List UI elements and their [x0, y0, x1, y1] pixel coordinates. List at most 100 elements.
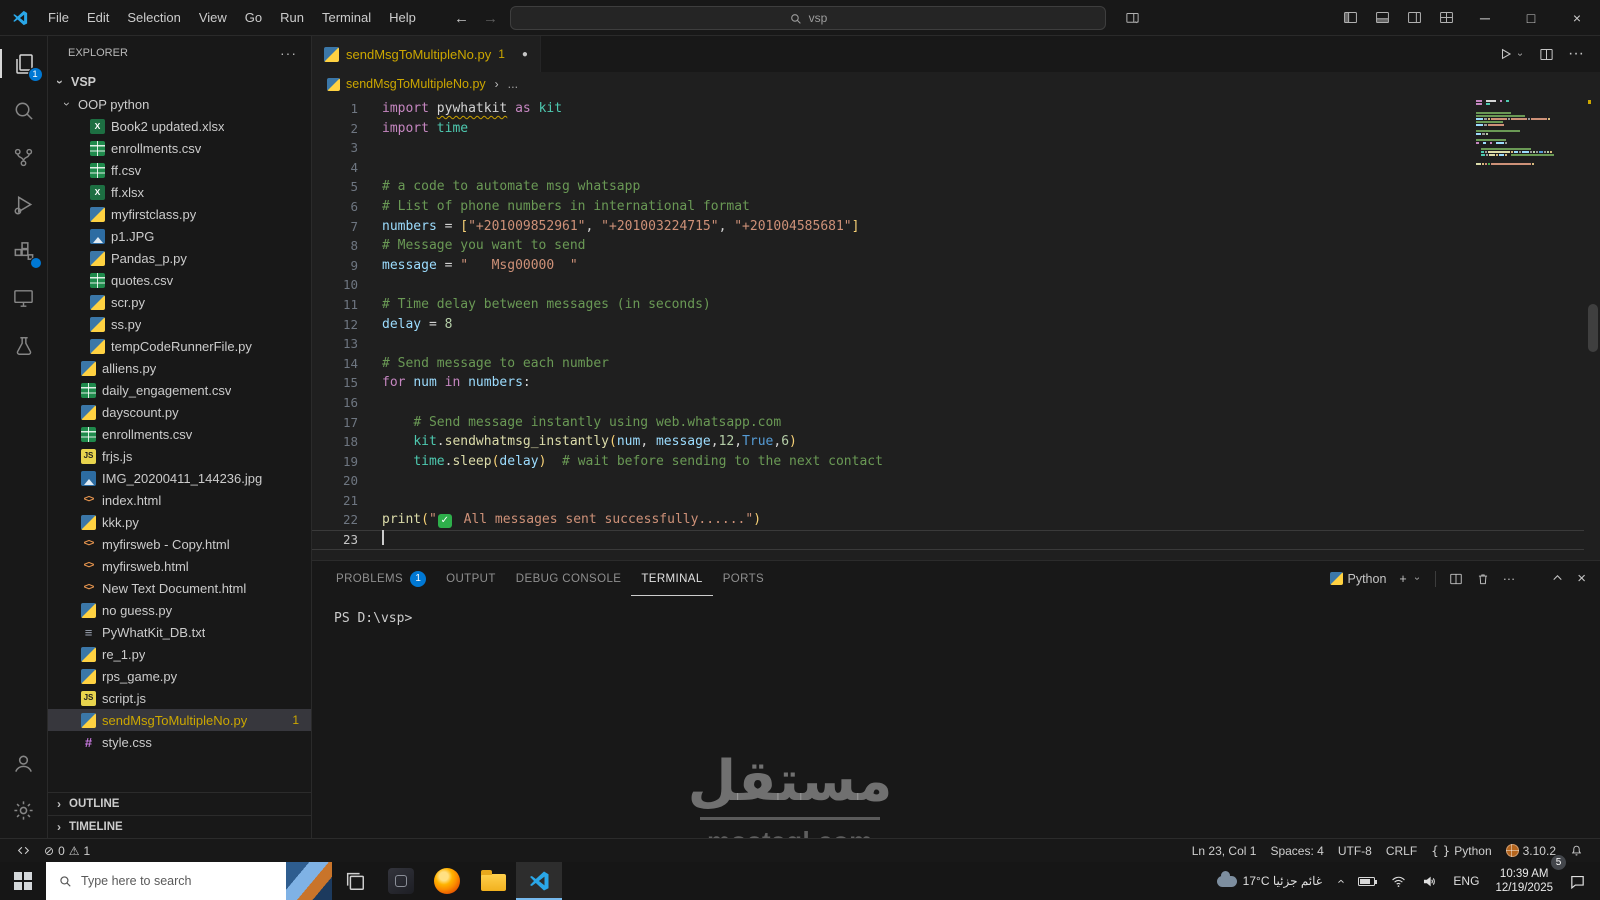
- input-language[interactable]: ENG: [1445, 862, 1487, 900]
- code-line-19[interactable]: 19 time.sleep(delay) # wait before sendi…: [312, 452, 1584, 472]
- code-line-17[interactable]: 17 # Send message instantly using web.wh…: [312, 413, 1584, 433]
- code-text[interactable]: [358, 471, 382, 491]
- code-line-7[interactable]: 7 numbers = ["+201009852961", "+201003224…: [312, 217, 1584, 237]
- file-alliens.py[interactable]: alliens.py: [48, 357, 311, 379]
- code-text[interactable]: [358, 530, 384, 550]
- file-pywhatkit_db.txt[interactable]: ≡ PyWhatKit_DB.txt: [48, 621, 311, 643]
- menu-selection[interactable]: Selection: [118, 0, 189, 36]
- terminal-profile-button[interactable]: Python: [1329, 572, 1386, 586]
- customize-layout-icon[interactable]: [1430, 3, 1462, 33]
- network-indicator[interactable]: [1383, 862, 1414, 900]
- maximize-button[interactable]: □: [1508, 0, 1554, 36]
- breadcrumb-more[interactable]: ...: [508, 77, 518, 91]
- account-button[interactable]: [0, 740, 48, 787]
- code-line-2[interactable]: 2 import time: [312, 119, 1584, 139]
- taskbar-vscode[interactable]: [516, 862, 562, 900]
- split-editor-icon[interactable]: [1539, 47, 1554, 62]
- code-line-13[interactable]: 13: [312, 334, 1584, 354]
- close-button[interactable]: ×: [1554, 0, 1600, 36]
- code-line-9[interactable]: 9 message = " Msg00000 ": [312, 256, 1584, 276]
- file-p1.jpg[interactable]: p1.JPG: [48, 225, 311, 247]
- code-line-22[interactable]: 22 print(" ✓ All messages sent successfull…: [312, 510, 1584, 530]
- file-frjs.js[interactable]: JS frjs.js: [48, 445, 311, 467]
- code-text[interactable]: for num in numbers:: [358, 373, 531, 393]
- file-index.html[interactable]: <> index.html: [48, 489, 311, 511]
- indentation[interactable]: Spaces: 4: [1263, 839, 1330, 862]
- file-rps_game.py[interactable]: rps_game.py: [48, 665, 311, 687]
- code-line-8[interactable]: 8 # Message you want to send: [312, 236, 1584, 256]
- language-mode[interactable]: { } Python: [1424, 839, 1498, 862]
- code-line-11[interactable]: 11 # Time delay between messages (in seco…: [312, 295, 1584, 315]
- code-line-20[interactable]: 20: [312, 471, 1584, 491]
- activity-search[interactable]: [0, 87, 48, 134]
- menu-terminal[interactable]: Terminal: [313, 0, 380, 36]
- file-img_20200411_144236.jpg[interactable]: IMG_20200411_144236.jpg: [48, 467, 311, 489]
- eol-sequence[interactable]: CRLF: [1379, 839, 1424, 862]
- code-line-5[interactable]: 5 # a code to automate msg whatsapp: [312, 177, 1584, 197]
- file-kkk.py[interactable]: kkk.py: [48, 511, 311, 533]
- layout-control-icon[interactable]: [1116, 3, 1148, 33]
- modified-dot-icon[interactable]: ●: [522, 49, 528, 60]
- code-line-18[interactable]: 18 kit.sendwhatmsg_instantly(num, messag…: [312, 432, 1584, 452]
- code-text[interactable]: [358, 275, 382, 295]
- code-line-6[interactable]: 6 # List of phone numbers in internationa…: [312, 197, 1584, 217]
- activity-run-debug[interactable]: [0, 181, 48, 228]
- activity-extensions[interactable]: [0, 228, 48, 275]
- file-dayscount.py[interactable]: dayscount.py: [48, 401, 311, 423]
- file-quotes.csv[interactable]: quotes.csv: [48, 269, 311, 291]
- minimize-button[interactable]: ─: [1462, 0, 1508, 36]
- code-line-1[interactable]: 1 import pywhatkit as kit: [312, 99, 1584, 119]
- code-text[interactable]: # Send message to each number: [358, 354, 609, 374]
- file-style.css[interactable]: # style.css: [48, 731, 311, 753]
- settings-button[interactable]: [0, 787, 48, 834]
- taskbar-search[interactable]: Type here to search: [46, 862, 332, 900]
- toggle-sidebar-icon[interactable]: [1334, 3, 1366, 33]
- menu-run[interactable]: Run: [271, 0, 313, 36]
- file-enrollments.csv[interactable]: enrollments.csv: [48, 137, 311, 159]
- panel-tab-output[interactable]: OUTPUT: [436, 561, 506, 596]
- code-line-23[interactable]: 23: [312, 530, 1584, 550]
- menu-edit[interactable]: Edit: [78, 0, 118, 36]
- code-text[interactable]: [358, 393, 382, 413]
- code-line-14[interactable]: 14 # Send message to each number: [312, 354, 1584, 374]
- file-scr.py[interactable]: scr.py: [48, 291, 311, 313]
- code-line-10[interactable]: 10: [312, 275, 1584, 295]
- back-icon[interactable]: ←: [452, 10, 471, 27]
- code-text[interactable]: [358, 491, 382, 511]
- code-text[interactable]: print(" ✓ All messages sent successfully.…: [358, 510, 761, 530]
- close-panel-icon[interactable]: ×: [1577, 570, 1586, 587]
- code-text[interactable]: time.sleep(delay) # wait before sending …: [358, 452, 883, 472]
- taskbar-app-dark[interactable]: [378, 862, 424, 900]
- file-daily_engagement.csv[interactable]: daily_engagement.csv: [48, 379, 311, 401]
- menu-file[interactable]: File: [39, 0, 78, 36]
- problems-status[interactable]: ⊘ 0 ⚠ 1: [37, 839, 97, 862]
- code-text[interactable]: [358, 158, 382, 178]
- file-myfirsweb.html[interactable]: <> myfirsweb.html: [48, 555, 311, 577]
- weather-widget[interactable]: 17°C غائم جزئيا: [1209, 862, 1330, 900]
- code-text[interactable]: # List of phone numbers in international…: [358, 197, 750, 217]
- editor-more-actions-icon[interactable]: ···: [1568, 45, 1584, 63]
- toggle-secondary-sidebar-icon[interactable]: [1398, 3, 1430, 33]
- taskbar-file-explorer[interactable]: [470, 862, 516, 900]
- file-ff.xlsx[interactable]: Xff.xlsx: [48, 181, 311, 203]
- section-outline[interactable]: › OUTLINE: [48, 792, 311, 815]
- section-timeline[interactable]: › TIMELINE: [48, 815, 311, 838]
- panel-tab-problems[interactable]: PROBLEMS 1: [326, 561, 436, 596]
- explorer-more-actions-icon[interactable]: ···: [280, 45, 297, 61]
- code-text[interactable]: # Time delay between messages (in second…: [358, 295, 711, 315]
- file-sendmsgtomultipleno.py[interactable]: sendMsgToMultipleNo.py 1: [48, 709, 311, 731]
- code-text[interactable]: kit.sendwhatmsg_instantly(num, message,1…: [358, 432, 797, 452]
- split-terminal-icon[interactable]: [1449, 572, 1463, 586]
- clock[interactable]: 10:39 AM 12/19/2025: [1487, 862, 1561, 900]
- file-enrollments.csv[interactable]: enrollments.csv: [48, 423, 311, 445]
- tab-sendmsgtomultipleno[interactable]: sendMsgToMultipleNo.py 1 ●: [312, 36, 541, 72]
- breadcrumb-file[interactable]: sendMsgToMultipleNo.py: [346, 77, 486, 91]
- kill-terminal-icon[interactable]: [1476, 572, 1490, 586]
- cursor-position[interactable]: Ln 23, Col 1: [1185, 839, 1264, 862]
- bing-daily-image[interactable]: [286, 862, 332, 900]
- menu-view[interactable]: View: [190, 0, 236, 36]
- code-text[interactable]: # Message you want to send: [358, 236, 586, 256]
- file-myfirstclass.py[interactable]: myfirstclass.py: [48, 203, 311, 225]
- code-text[interactable]: # a code to automate msg whatsapp: [358, 177, 640, 197]
- menu-go[interactable]: Go: [236, 0, 271, 36]
